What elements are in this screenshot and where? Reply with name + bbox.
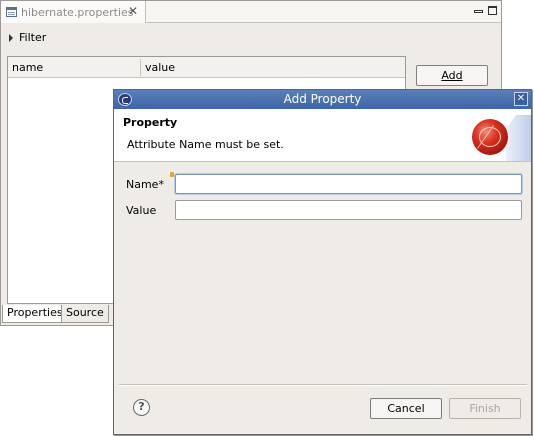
properties-file-icon xyxy=(6,7,17,17)
dialog-title: Add Property xyxy=(283,92,362,106)
tab-properties[interactable]: Properties xyxy=(2,305,68,323)
button-bar-separator xyxy=(119,384,527,386)
triangle-right-icon xyxy=(9,34,13,42)
maximize-icon[interactable] xyxy=(488,6,497,15)
dialog-titlebar[interactable]: Add Property ✕ xyxy=(114,90,531,109)
banner-decoration xyxy=(506,115,531,161)
value-input[interactable] xyxy=(175,200,522,220)
wizard-banner-icon xyxy=(472,119,508,155)
add-button[interactable]: Add xyxy=(416,65,488,86)
minimize-icon[interactable] xyxy=(474,10,483,13)
tab-source[interactable]: Source xyxy=(61,305,109,323)
finish-button[interactable]: Finish xyxy=(449,398,521,419)
cancel-button-label: Cancel xyxy=(387,402,425,415)
close-icon[interactable]: ✕ xyxy=(128,4,138,18)
filter-label: Filter xyxy=(19,31,47,44)
column-divider[interactable] xyxy=(140,59,141,76)
banner-error-message: Attribute Name must be set. xyxy=(127,138,284,151)
value-label: Value xyxy=(126,204,157,217)
column-header-name[interactable]: name xyxy=(12,61,43,74)
wizard-banner: Property Attribute Name must be set. xyxy=(114,109,531,162)
add-property-dialog: Add Property ✕ Property Attribute Name m… xyxy=(113,89,532,435)
cancel-button[interactable]: Cancel xyxy=(370,398,442,419)
finish-button-label: Finish xyxy=(469,402,501,415)
name-input[interactable] xyxy=(175,174,522,194)
banner-heading: Property xyxy=(123,116,178,129)
editor-tab-bar: hibernate.properties ✕ xyxy=(1,1,501,23)
editor-tab[interactable]: hibernate.properties ✕ xyxy=(1,1,146,23)
help-icon[interactable]: ? xyxy=(133,399,150,416)
name-label: Name* xyxy=(126,178,164,191)
editor-tab-label: hibernate.properties xyxy=(21,6,134,19)
required-field-icon xyxy=(170,172,174,177)
add-button-label: Add xyxy=(441,69,463,82)
close-icon[interactable]: ✕ xyxy=(514,92,528,106)
table-header: name value xyxy=(8,57,405,78)
column-header-value[interactable]: value xyxy=(145,61,175,74)
